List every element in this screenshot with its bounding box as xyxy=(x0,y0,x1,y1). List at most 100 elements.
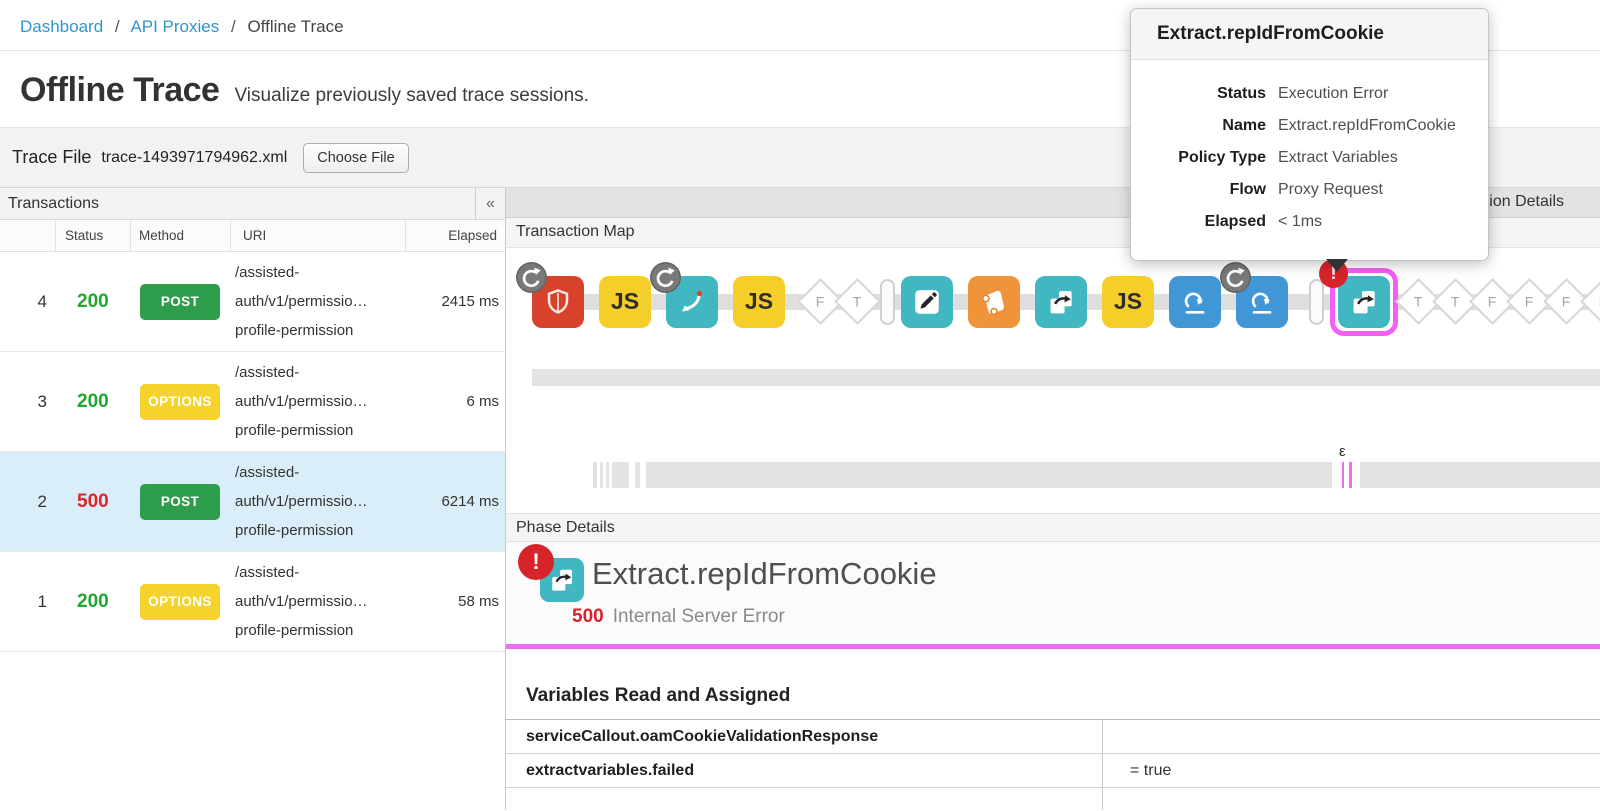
transactions-title: Transactions xyxy=(0,195,475,213)
extract-variables-policy-icon[interactable] xyxy=(1035,276,1087,328)
transactions-header: Transactions « xyxy=(0,188,505,220)
javascript-policy-icon[interactable]: JS xyxy=(1102,276,1154,328)
breadcrumb-separator: / xyxy=(231,17,236,36)
tooltip-label: Name xyxy=(1141,110,1266,142)
tooltip-value: Extract.repIdFromCookie xyxy=(1278,110,1472,142)
phase-status-code: 500 xyxy=(572,606,604,627)
column-header-elapsed: Elapsed xyxy=(405,220,505,251)
variable-value: = true xyxy=(1103,762,1600,780)
gantt-segment xyxy=(635,462,640,488)
column-header-method: Method xyxy=(130,220,230,251)
status-code: 500 xyxy=(55,491,130,513)
phase-status: 500 Internal Server Error xyxy=(572,606,785,628)
route-arrow-policy-icon[interactable] xyxy=(666,276,718,328)
transaction-row[interactable]: 4 200 POST /assisted- auth/v1/permissio…… xyxy=(0,252,505,352)
variable-row xyxy=(506,788,1600,810)
variable-name: extractvariables.failed xyxy=(506,754,1103,787)
javascript-policy-icon[interactable]: JS xyxy=(599,276,651,328)
elapsed-cell: 6 ms xyxy=(405,393,505,410)
row-number: 1 xyxy=(0,592,55,612)
error-marker-line xyxy=(1342,462,1344,488)
transactions-panel: Transactions « Status Method URI Elapsed… xyxy=(0,188,506,810)
transaction-map-area: JSJSFTJS!TTFFFFF ε xyxy=(506,248,1600,513)
choose-file-button[interactable]: Choose File xyxy=(303,143,408,173)
status-code: 200 xyxy=(55,391,130,413)
policy-tooltip: Extract.repIdFromCookie Status Execution… xyxy=(1130,8,1489,261)
transaction-row[interactable]: 1 200 OPTIONS /assisted- auth/v1/permiss… xyxy=(0,552,505,652)
gantt-segment xyxy=(606,462,609,488)
variables-title: Variables Read and Assigned xyxy=(526,685,1600,707)
transaction-row[interactable]: 2 500 POST /assisted- auth/v1/permissio…… xyxy=(0,452,505,552)
assign-message-policy-icon[interactable] xyxy=(901,276,953,328)
method-badge: OPTIONS xyxy=(140,384,220,420)
phase-policy-name: Extract.repIdFromCookie xyxy=(592,556,937,592)
gantt-segment xyxy=(612,462,629,488)
tooltip-label: Elapsed xyxy=(1141,206,1266,238)
tooltip-label: Flow xyxy=(1141,174,1266,206)
trace-file-name: trace-1493971794962.xml xyxy=(101,149,287,167)
row-number: 4 xyxy=(0,292,55,312)
timeline-bar-gantt xyxy=(646,462,1600,488)
tooltip-title: Extract.repIdFromCookie xyxy=(1131,9,1488,60)
elapsed-cell: 6214 ms xyxy=(405,493,505,510)
trace-detail-panel: Transaction Details Transaction Map JSJS… xyxy=(506,188,1600,810)
phase-details-header: Phase Details xyxy=(506,513,1600,543)
column-header-status: Status xyxy=(55,220,130,251)
page-title: Offline Trace xyxy=(20,71,219,110)
extract-variables-policy-icon[interactable] xyxy=(1338,276,1390,328)
gantt-segment xyxy=(600,462,603,488)
main-split: Transactions « Status Method URI Elapsed… xyxy=(0,188,1600,810)
gantt-segment xyxy=(593,462,597,488)
tooltip-value: Extract Variables xyxy=(1278,142,1472,174)
collapse-panel-button[interactable]: « xyxy=(475,188,505,220)
column-header-uri: URI xyxy=(230,220,405,251)
service-callout-policy-icon[interactable] xyxy=(1169,276,1221,328)
status-code: 200 xyxy=(55,291,130,313)
condition-diamond[interactable]: F xyxy=(1583,276,1600,328)
gantt-gap xyxy=(1332,462,1360,488)
method-badge: POST xyxy=(140,484,220,520)
transaction-row[interactable]: 3 200 OPTIONS /assisted- auth/v1/permiss… xyxy=(0,352,505,452)
flow-separator-pill xyxy=(1309,279,1324,325)
service-callout-policy-icon[interactable] xyxy=(1236,276,1288,328)
row-number: 3 xyxy=(0,392,55,412)
javascript-policy-icon[interactable]: JS xyxy=(733,276,785,328)
variable-row: serviceCallout.oamCookieValidationRespon… xyxy=(506,720,1600,754)
phase-details-block: ! Extract.repIdFromCookie 500Internal Se… xyxy=(506,542,1600,644)
script-policy-icon[interactable] xyxy=(968,276,1020,328)
tooltip-arrow-icon xyxy=(1326,259,1348,272)
flow-separator-pill xyxy=(880,279,895,325)
phase-details-title: Phase Details xyxy=(516,519,615,537)
error-marker-line xyxy=(1349,462,1352,488)
shield-policy-icon[interactable] xyxy=(532,276,584,328)
tooltip-value: < 1ms xyxy=(1278,206,1472,238)
row-number: 2 xyxy=(0,492,55,512)
policy-strip: JSJSFTJS!TTFFFFF xyxy=(506,260,1600,344)
js-label: JS xyxy=(1114,288,1142,315)
uri-cell: /assisted- auth/v1/permissio… profile-pe… xyxy=(230,558,405,645)
replay-badge-icon xyxy=(649,261,682,294)
variable-name: serviceCallout.oamCookieValidationRespon… xyxy=(506,720,1103,753)
method-badge: OPTIONS xyxy=(140,584,220,620)
uri-cell: /assisted- auth/v1/permissio… profile-pe… xyxy=(230,458,405,545)
variable-name xyxy=(506,788,1103,810)
variables-table: serviceCallout.oamCookieValidationRespon… xyxy=(506,719,1600,810)
replay-badge-icon xyxy=(1219,261,1252,294)
page-subtitle: Visualize previously saved trace session… xyxy=(234,85,589,107)
condition-diamond[interactable]: T xyxy=(837,276,877,328)
elapsed-cell: 58 ms xyxy=(405,593,505,610)
trace-file-label: Trace File xyxy=(12,147,91,168)
phase-status-text: Internal Server Error xyxy=(613,606,785,627)
breadcrumb-link-api-proxies[interactable]: API Proxies xyxy=(130,17,219,36)
js-label: JS xyxy=(745,288,773,315)
js-label: JS xyxy=(611,288,639,315)
elapsed-cell: 2415 ms xyxy=(405,293,505,310)
variable-row: extractvariables.failed = true xyxy=(506,754,1600,788)
transaction-map-title: Transaction Map xyxy=(516,223,635,241)
tooltip-value: Proxy Request xyxy=(1278,174,1472,206)
breadcrumb-link-dashboard[interactable]: Dashboard xyxy=(20,17,103,36)
breadcrumb-separator: / xyxy=(115,17,120,36)
tooltip-label: Status xyxy=(1141,78,1266,110)
phase-error-rule xyxy=(506,644,1600,649)
offline-trace-page: Dashboard / API Proxies / Offline Trace … xyxy=(0,0,1600,811)
